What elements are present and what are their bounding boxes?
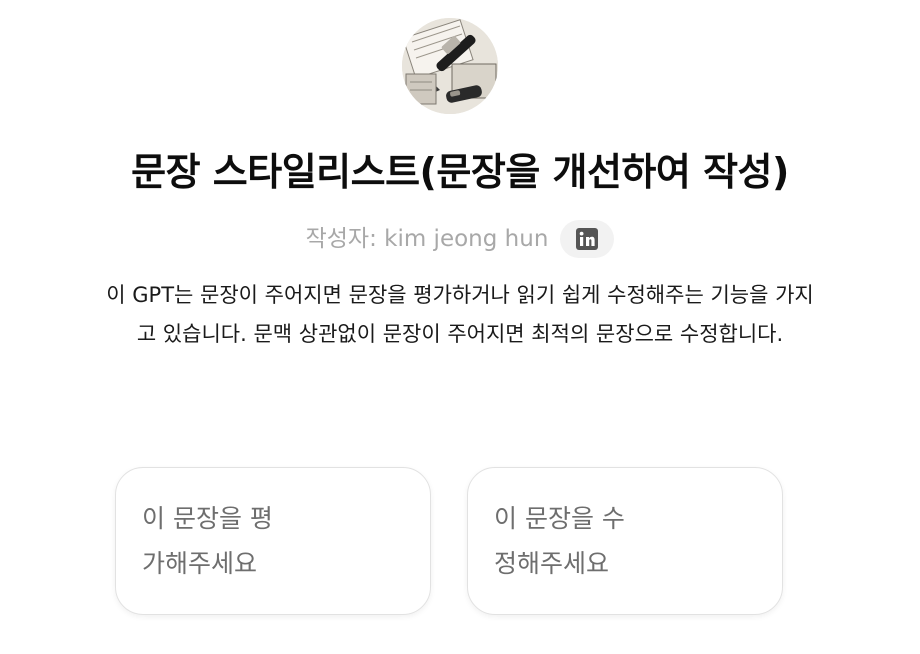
gpt-description: 이 GPT는 문장이 주어지면 문장을 평가하거나 읽기 쉽게 수정해주는 기능… bbox=[0, 276, 920, 354]
gpt-title: 문장 스타일리스트(문장을 개선하여 작성) bbox=[131, 150, 789, 194]
starter-line: 가해주세요 bbox=[142, 549, 258, 578]
description-line: 이 GPT는 문장이 주어지면 문장을 평가하거나 읽기 쉽게 수정해주는 기능… bbox=[106, 283, 814, 307]
fountain-pen-icon bbox=[402, 18, 498, 114]
starter-text: 이 문장을 수 정해주세요 bbox=[494, 496, 756, 586]
conversation-starter-evaluate[interactable]: 이 문장을 평 가해주세요 bbox=[115, 467, 431, 615]
starter-line: 이 문장을 수 bbox=[494, 504, 625, 533]
gpt-profile-page: 문장 스타일리스트(문장을 개선하여 작성) 작성자: kim jeong hu… bbox=[0, 0, 920, 654]
linkedin-icon bbox=[576, 228, 599, 250]
conversation-starter-revise[interactable]: 이 문장을 수 정해주세요 bbox=[467, 467, 783, 615]
description-line: 고 있습니다. 문맥 상관없이 문장이 주어지면 최적의 문장으로 수정합니다. bbox=[136, 322, 784, 346]
author-row: 작성자: kim jeong hun bbox=[0, 220, 920, 258]
author-name: 작성자: kim jeong hun bbox=[305, 226, 549, 252]
starter-line: 정해주세요 bbox=[494, 549, 610, 578]
linkedin-link[interactable] bbox=[560, 220, 615, 258]
gpt-avatar bbox=[402, 18, 498, 114]
starter-text: 이 문장을 평 가해주세요 bbox=[142, 496, 404, 586]
starter-line: 이 문장을 평 bbox=[142, 504, 273, 533]
